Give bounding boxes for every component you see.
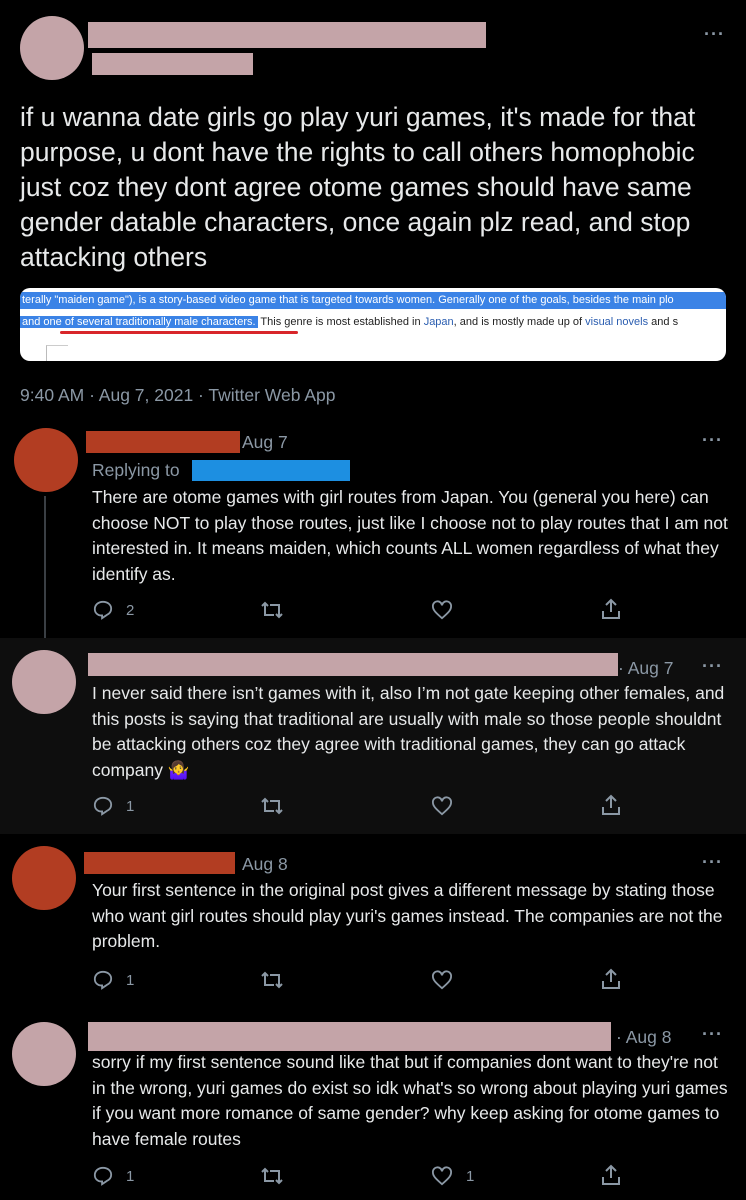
reply-count: 1 xyxy=(126,971,135,989)
share-button[interactable] xyxy=(600,794,622,816)
embed-text-a: This genre is most established in xyxy=(257,316,424,328)
reply-1-more-icon[interactable]: ··· xyxy=(702,430,723,451)
reply-2-date[interactable]: · Aug 7 xyxy=(618,658,673,679)
retweet-icon xyxy=(260,600,284,620)
thread-line xyxy=(44,496,46,638)
share-button[interactable] xyxy=(600,968,622,990)
embed-text-b: , and is mostly made up of xyxy=(453,316,586,328)
like-count: 1 xyxy=(466,1167,475,1185)
embed-line-1: terally "maiden game"), is a story-based… xyxy=(20,292,726,309)
reply-tweet[interactable]: Aug 8 ··· Your first sentence in the ori… xyxy=(0,834,746,1010)
retweet-button[interactable] xyxy=(260,796,284,816)
main-tweet-text: if u wanna date girls go play yuri games… xyxy=(20,102,696,272)
reply-icon xyxy=(92,1166,114,1186)
reply-2-name-redacted[interactable] xyxy=(88,653,618,676)
reply-1-text: There are otome games with girl routes f… xyxy=(92,487,728,584)
main-timestamp[interactable]: 9:40 AM · Aug 7, 2021 · Twitter Web App xyxy=(20,385,336,406)
like-button[interactable] xyxy=(430,970,454,990)
main-avatar[interactable] xyxy=(20,16,84,80)
reply-1-avatar[interactable] xyxy=(14,428,78,492)
reply-count: 1 xyxy=(126,1167,135,1185)
reply-4-avatar[interactable] xyxy=(12,1022,76,1086)
main-more-icon[interactable]: ··· xyxy=(704,24,725,45)
reply-button[interactable]: 2 xyxy=(92,600,134,620)
main-display-name-redacted[interactable] xyxy=(88,22,486,48)
share-icon xyxy=(600,794,622,816)
reply-3-text: Your first sentence in the original post… xyxy=(92,880,723,951)
reply-count: 2 xyxy=(126,601,135,619)
reply-icon xyxy=(92,600,114,620)
embed-text-c: and s xyxy=(648,316,679,328)
share-button[interactable] xyxy=(600,1164,622,1186)
share-button[interactable] xyxy=(600,598,622,620)
share-icon xyxy=(600,968,622,990)
reply-count: 1 xyxy=(126,797,135,815)
reply-4-date[interactable]: · Aug 8 xyxy=(616,1027,671,1048)
reply-icon xyxy=(92,970,114,990)
reply-3-more-icon[interactable]: ··· xyxy=(702,852,723,873)
reply-4-more-icon[interactable]: ··· xyxy=(702,1024,723,1045)
reply-2-more-icon[interactable]: ··· xyxy=(702,656,723,677)
reply-icon xyxy=(92,796,114,816)
retweet-button[interactable] xyxy=(260,1166,284,1186)
retweet-icon xyxy=(260,970,284,990)
reply-button[interactable]: 1 xyxy=(92,796,134,816)
retweet-button[interactable] xyxy=(260,600,284,620)
embed-link-visual-novels: visual novels xyxy=(585,316,649,328)
replying-to-handle-redacted[interactable] xyxy=(192,460,350,481)
embed-line-2: and one of several traditionally male ch… xyxy=(20,314,726,331)
reply-1-date[interactable]: Aug 7 xyxy=(242,432,288,453)
retweet-button[interactable] xyxy=(260,970,284,990)
embed-highlight: and one of several traditionally male ch… xyxy=(20,316,258,328)
reply-4-name-redacted[interactable] xyxy=(88,1022,611,1051)
like-icon xyxy=(430,600,454,620)
reply-3-name-redacted[interactable] xyxy=(84,852,235,874)
like-button[interactable] xyxy=(430,600,454,620)
reply-2-avatar[interactable] xyxy=(12,650,76,714)
like-icon xyxy=(430,796,454,816)
reply-2-text: I never said there isn’t games with it, … xyxy=(92,683,725,780)
reply-3-date[interactable]: Aug 8 xyxy=(242,854,288,875)
reply-tweet[interactable]: · Aug 8 ··· sorry if my first sentence s… xyxy=(0,1010,746,1200)
reply-1-name-redacted[interactable] xyxy=(86,431,240,453)
reply-tweet[interactable]: · Aug 7 ··· I never said there isn’t gam… xyxy=(0,638,746,834)
main-handle-redacted[interactable] xyxy=(92,53,253,75)
embed-corner-mark xyxy=(46,345,68,361)
reply-button[interactable]: 1 xyxy=(92,1166,134,1186)
reply-3-avatar[interactable] xyxy=(12,846,76,910)
embed-red-underline xyxy=(60,331,298,334)
retweet-icon xyxy=(260,1166,284,1186)
replying-to-label: Replying to xyxy=(92,460,180,480)
share-icon xyxy=(600,598,622,620)
like-icon xyxy=(430,1166,454,1186)
like-button[interactable] xyxy=(430,796,454,816)
retweet-icon xyxy=(260,796,284,816)
like-button[interactable]: 1 xyxy=(430,1166,474,1186)
reply-4-text: sorry if my first sentence sound like th… xyxy=(92,1052,728,1149)
embed-link-japan: Japan xyxy=(423,316,454,328)
reply-button[interactable]: 1 xyxy=(92,970,134,990)
reply-tweet[interactable]: Aug 7 ··· Replying to There are otome ga… xyxy=(0,420,746,638)
embedded-screenshot[interactable]: terally "maiden game"), is a story-based… xyxy=(20,288,726,361)
like-icon xyxy=(430,970,454,990)
share-icon xyxy=(600,1164,622,1186)
